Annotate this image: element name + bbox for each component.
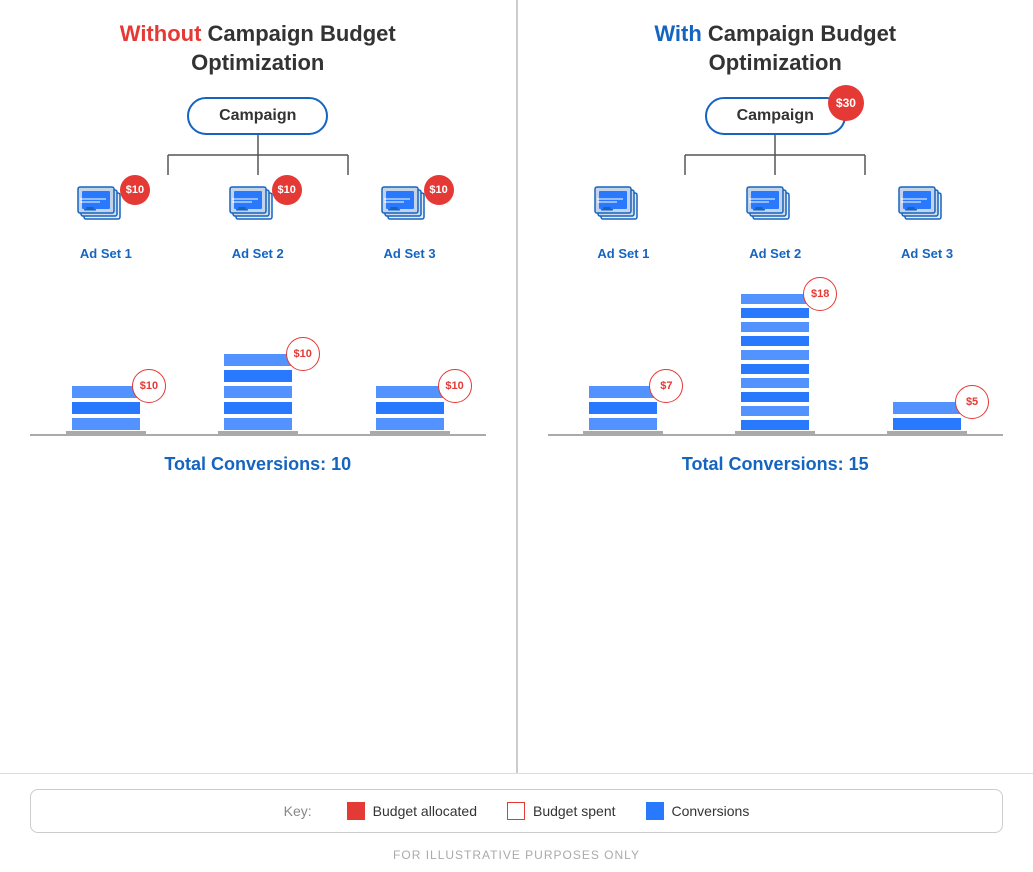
- right-adset-2-label: Ad Set 2: [749, 246, 801, 261]
- right-adset-2-icon-wrapper: [745, 185, 805, 240]
- key-swatch-conversions: [646, 802, 664, 820]
- footnote: FOR ILLUSTRATIVE PURPOSES ONLY: [0, 848, 1033, 872]
- left-panel-title: Without Campaign BudgetOptimization: [120, 20, 396, 77]
- left-adset-3-badge: $10: [424, 175, 454, 205]
- key-item-spent: Budget spent: [507, 802, 616, 820]
- right-adset-3: Ad Set 3: [897, 185, 957, 261]
- left-campaign-section: Campaign: [30, 97, 486, 175]
- key-text-conversions: Conversions: [672, 803, 750, 819]
- left-campaign-box: Campaign: [187, 97, 328, 135]
- right-adset-3-label: Ad Set 3: [901, 246, 953, 261]
- left-adset-3-icon-wrapper: $10: [380, 185, 440, 240]
- left-title-highlight: Without: [120, 21, 202, 46]
- left-bar-2-badge: $10: [286, 337, 320, 371]
- left-bars-section: $10 $10: [30, 276, 486, 475]
- left-panel: Without Campaign BudgetOptimization Camp…: [0, 0, 518, 773]
- right-bar-2: $18: [735, 293, 815, 434]
- main-container: Without Campaign BudgetOptimization Camp…: [0, 0, 1033, 872]
- left-adset-3-label: Ad Set 3: [384, 246, 436, 261]
- left-tree-lines: [128, 135, 388, 175]
- right-campaign-box-wrapper: Campaign $30: [705, 97, 846, 135]
- key-label: Key:: [284, 803, 312, 819]
- key-item-conversions: Conversions: [646, 802, 750, 820]
- right-bar-1-badge: $7: [649, 369, 683, 403]
- right-panel: With Campaign BudgetOptimization Campaig…: [518, 0, 1033, 773]
- right-adset-1-label: Ad Set 1: [597, 246, 649, 261]
- key-swatch-budget-spent: [507, 802, 525, 820]
- left-adset-2-icon-wrapper: $10: [228, 185, 288, 240]
- left-adset-2: $10 Ad Set 2: [228, 185, 288, 261]
- left-bar-1-badge: $10: [132, 369, 166, 403]
- right-adsets-row: Ad Set 1: [548, 185, 1004, 261]
- left-bar-2-stack: [223, 353, 293, 431]
- key-section: Key: Budget allocated Budget spent Conve…: [30, 789, 1003, 833]
- left-total-conversions: Total Conversions: 10: [164, 454, 351, 475]
- key-text-allocated: Budget allocated: [373, 803, 477, 819]
- key-text-spent: Budget spent: [533, 803, 616, 819]
- right-bars-row: $7 $18: [548, 276, 1004, 436]
- left-bars-row: $10 $10: [30, 276, 486, 436]
- key-swatch-budget-allocated: [347, 802, 365, 820]
- left-adset-2-label: Ad Set 2: [232, 246, 284, 261]
- right-campaign-box: Campaign: [705, 97, 846, 135]
- left-campaign-box-wrapper: Campaign: [187, 97, 328, 135]
- right-bar-1: $7: [583, 385, 663, 434]
- left-bar-3-badge: $10: [438, 369, 472, 403]
- left-adset-2-badge: $10: [272, 175, 302, 205]
- left-adsets-row: $10 Ad Set 1: [30, 185, 486, 261]
- left-bar-1-stack: [71, 385, 141, 431]
- left-adset-1-badge: $10: [120, 175, 150, 205]
- left-bar-1: $10: [66, 385, 146, 434]
- panels: Without Campaign BudgetOptimization Camp…: [0, 0, 1033, 774]
- right-adset-1-icon-wrapper: [593, 185, 653, 240]
- right-adset-2: Ad Set 2: [745, 185, 805, 261]
- right-tree-lines: [645, 135, 905, 175]
- right-title-highlight: With: [654, 21, 701, 46]
- right-bar-3-stack: [892, 401, 962, 431]
- right-bar-2-stack: [740, 293, 810, 431]
- key-item-allocated: Budget allocated: [347, 802, 477, 820]
- right-bar-3-badge: $5: [955, 385, 989, 419]
- right-campaign-budget-badge: $30: [828, 85, 864, 121]
- right-bar-2-badge: $18: [803, 277, 837, 311]
- left-bar-3-stack: [375, 385, 445, 431]
- right-total-conversions: Total Conversions: 15: [682, 454, 869, 475]
- right-panel-title: With Campaign BudgetOptimization: [654, 20, 896, 77]
- left-adset-3: $10 Ad Set 3: [380, 185, 440, 261]
- left-adset-1-label: Ad Set 1: [80, 246, 132, 261]
- right-adset-3-icon-wrapper: [897, 185, 957, 240]
- right-bars-section: $7 $18: [548, 276, 1004, 475]
- left-bar-3: $10: [370, 385, 450, 434]
- right-adset-1: Ad Set 1: [593, 185, 653, 261]
- left-adset-1: $10 Ad Set 1: [76, 185, 136, 261]
- left-adset-1-icon-wrapper: $10: [76, 185, 136, 240]
- right-bar-1-stack: [588, 385, 658, 431]
- right-campaign-section: Campaign $30: [548, 97, 1004, 175]
- right-bar-3: $5: [887, 401, 967, 434]
- left-bar-2: $10: [218, 353, 298, 434]
